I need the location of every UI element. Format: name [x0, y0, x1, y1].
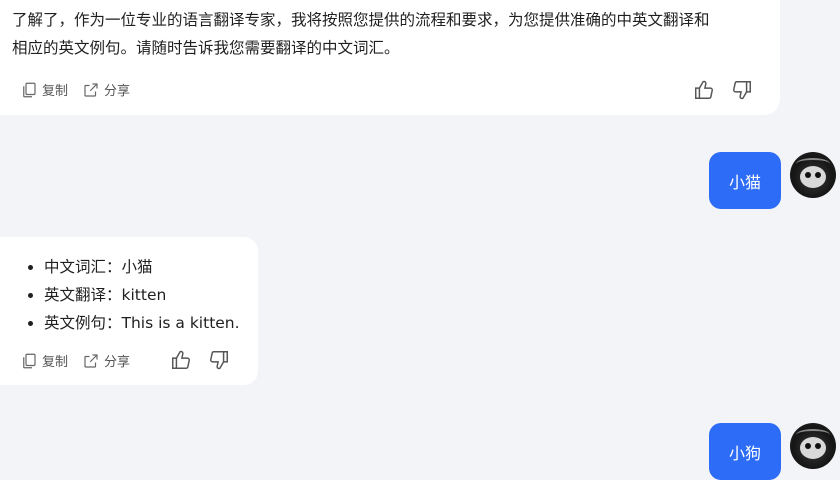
assistant-message-line-2: 相应的英文例句。请随时告诉我您需要翻译的中文词汇。: [12, 39, 400, 57]
copy-icon: [23, 353, 36, 368]
message-actions: 复制 分享: [20, 80, 144, 99]
share-icon: [84, 82, 98, 97]
thumbs-up-button[interactable]: [170, 349, 192, 371]
list-item: 英文翻译：kitten: [44, 281, 240, 309]
copy-button[interactable]: 复制: [20, 80, 68, 99]
copy-button[interactable]: 复制: [20, 351, 68, 370]
thumbs-up-icon: [172, 350, 190, 369]
assistant-message-text: 了解了，作为一位专业的语言翻译专家，我将按照您提供的流程和要求，为您提供准确的中…: [12, 6, 762, 62]
thumbs-up-icon: [695, 80, 713, 99]
thumbs-up-button[interactable]: [693, 79, 715, 101]
assistant-message-1: 了解了，作为一位专业的语言翻译专家，我将按照您提供的流程和要求，为您提供准确的中…: [0, 0, 780, 115]
share-button[interactable]: 分享: [82, 351, 130, 370]
avatar: [790, 152, 836, 198]
list-item: 英文例句：This is a kitten.: [44, 309, 240, 337]
thumbs-down-icon: [733, 81, 751, 100]
copy-icon: [23, 82, 36, 97]
list-item: 中文词汇：小猫: [44, 253, 240, 281]
user-message-1: 小猫: [709, 152, 781, 209]
share-button[interactable]: 分享: [82, 80, 130, 99]
share-icon: [84, 353, 98, 368]
avatar: [790, 423, 836, 469]
share-label: 分享: [104, 355, 131, 370]
user-message-text: 小狗: [728, 443, 761, 463]
thumbs-down-icon: [210, 351, 228, 370]
message-actions: 复制 分享: [20, 351, 144, 370]
share-label: 分享: [104, 84, 131, 99]
copy-label: 复制: [42, 355, 69, 370]
thumbs-down-button[interactable]: [208, 349, 230, 371]
copy-label: 复制: [42, 84, 69, 99]
assistant-message-line-1: 了解了，作为一位专业的语言翻译专家，我将按照您提供的流程和要求，为您提供准确的中…: [12, 11, 710, 29]
user-message-2: 小狗: [709, 423, 781, 480]
thumbs-down-button[interactable]: [731, 79, 753, 101]
translation-list: 中文词汇：小猫 英文翻译：kitten 英文例句：This is a kitte…: [24, 253, 240, 337]
user-message-text: 小猫: [728, 172, 761, 192]
